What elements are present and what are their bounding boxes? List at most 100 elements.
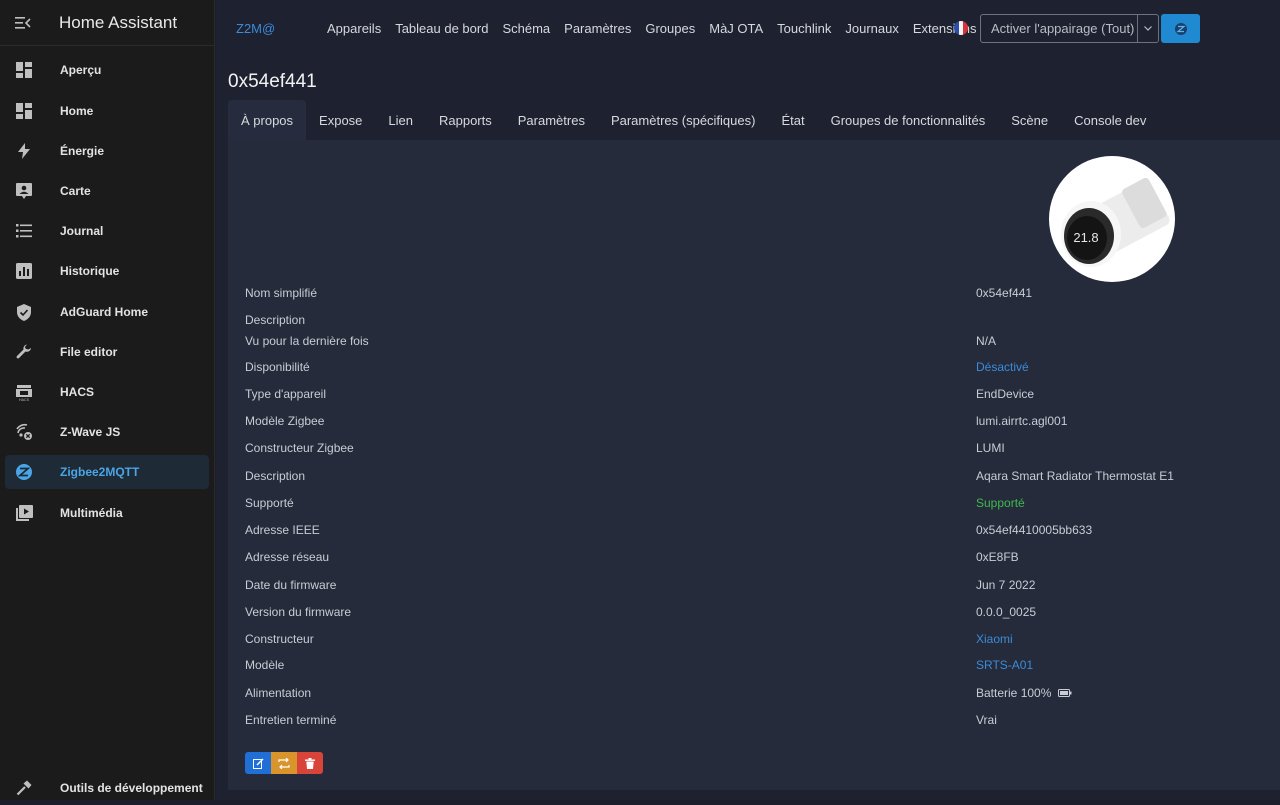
- wrench-icon: [16, 344, 31, 359]
- sidebar-item-zigbee2mqtt[interactable]: Zigbee2MQTT: [5, 455, 209, 489]
- info-row-value[interactable]: SRTS-A01: [976, 658, 1033, 672]
- info-row: Disponibilité Désactivé: [245, 360, 1275, 380]
- tab-parametres[interactable]: Paramètres: [505, 100, 598, 140]
- sidebar-item-hacs[interactable]: HACS HACS: [5, 375, 209, 409]
- edit-button[interactable]: [245, 752, 271, 774]
- nav-schema[interactable]: Schéma: [502, 21, 550, 36]
- info-row-value: LUMI: [976, 441, 1005, 455]
- info-row-value: 0xE8FB: [976, 550, 1019, 564]
- sidebar-item-zwave[interactable]: Z-Wave JS: [5, 415, 209, 449]
- delete-button[interactable]: [297, 752, 323, 774]
- zigbee-logo-icon: [1174, 22, 1187, 35]
- nav-groupes[interactable]: Groupes: [645, 21, 695, 36]
- info-row-label: Entretien terminé: [245, 713, 337, 727]
- info-row-value[interactable]: Xiaomi: [976, 632, 1013, 646]
- main-content: Z2M@ Appareils Tableau de bord Schéma Pa…: [216, 0, 1280, 800]
- info-row-value: 0x54ef4410005bb633: [976, 523, 1093, 537]
- permit-join-button[interactable]: [1161, 14, 1200, 43]
- main-nav: Appareils Tableau de bord Schéma Paramèt…: [327, 21, 990, 36]
- tab-a-propos[interactable]: À propos: [228, 100, 307, 140]
- sidebar-item-label: File editor: [60, 345, 118, 359]
- tab-groupes-fonctionnalites[interactable]: Groupes de fonctionnalités: [818, 100, 999, 140]
- sidebar-item-label: Carte: [60, 184, 91, 198]
- sidebar-item-home[interactable]: Home: [5, 94, 209, 128]
- tab-expose[interactable]: Expose: [306, 100, 375, 140]
- nav-tableau-de-bord[interactable]: Tableau de bord: [395, 21, 488, 36]
- zigbee-icon: [16, 464, 32, 480]
- nav-parametres[interactable]: Paramètres: [564, 21, 631, 36]
- info-row-label: Description: [245, 313, 306, 327]
- z2m-brand-link[interactable]: Z2M@: [236, 21, 275, 36]
- info-row-value: N/A: [976, 334, 997, 348]
- info-row-label: Version du firmware: [245, 605, 352, 619]
- device-actions: [245, 752, 323, 774]
- sidebar-item-carte[interactable]: Carte: [5, 174, 209, 208]
- sidebar-item-energie[interactable]: Énergie: [5, 134, 209, 168]
- nav-touchlink[interactable]: Touchlink: [777, 21, 831, 36]
- tab-scene[interactable]: Scène: [998, 100, 1061, 140]
- svg-text:HACS: HACS: [19, 398, 30, 401]
- info-row-label: Constructeur Zigbee: [245, 441, 354, 455]
- nav-journaux[interactable]: Journaux: [845, 21, 898, 36]
- sidebar-item-multimedia[interactable]: Multimédia: [5, 496, 209, 530]
- zwave-icon: [16, 423, 32, 440]
- info-row-value: Vrai: [976, 713, 997, 727]
- sidebar-item-file-editor[interactable]: File editor: [5, 335, 209, 369]
- sidebar-item-label: Home: [60, 104, 94, 118]
- nav-maj-ota[interactable]: MàJ OTA: [709, 21, 763, 36]
- info-row: Version du firmware 0.0.0_0025: [245, 605, 1275, 625]
- permit-join-select[interactable]: Activer l'appairage (Tout): [980, 14, 1159, 43]
- sidebar-item-label: Aperçu: [60, 63, 102, 77]
- tab-console-dev[interactable]: Console dev: [1061, 100, 1159, 140]
- info-row: Alimentation Batterie 100%: [245, 686, 1275, 706]
- trash-icon: [305, 757, 315, 769]
- menu-toggle-button[interactable]: [0, 0, 46, 46]
- info-row-value: 0.0.0_0025: [976, 605, 1037, 619]
- sidebar-item-label: Z-Wave JS: [60, 425, 121, 439]
- info-row-label: Date du firmware: [245, 578, 337, 592]
- chart-icon: [16, 263, 32, 279]
- battery-icon: [1058, 689, 1072, 697]
- shield-icon: [17, 303, 31, 321]
- reconfigure-button[interactable]: [271, 752, 297, 774]
- info-row-label: Description: [245, 469, 306, 483]
- info-row: Adresse IEEE 0x54ef4410005bb633: [245, 523, 1275, 543]
- media-icon: [15, 505, 33, 521]
- info-row-value: lumi.airrtc.agl001: [976, 414, 1068, 428]
- hammer-icon: [16, 780, 32, 796]
- permit-join-dropdown-toggle[interactable]: [1137, 15, 1158, 42]
- tab-lien[interactable]: Lien: [375, 100, 426, 140]
- info-row: Type d'appareil EndDevice: [245, 387, 1275, 407]
- sidebar: Home Assistant Aperçu Home Énergie Carte…: [0, 0, 215, 800]
- refresh-icon: [278, 757, 290, 769]
- sidebar-item-journal[interactable]: Journal: [5, 214, 209, 248]
- info-row-value: EndDevice: [976, 387, 1035, 401]
- dashboard-icon: [16, 103, 32, 119]
- top-navbar: Z2M@ Appareils Tableau de bord Schéma Pa…: [216, 0, 1280, 58]
- tab-parametres-specifiques[interactable]: Paramètres (spécifiques): [598, 100, 769, 140]
- tab-rapports[interactable]: Rapports: [426, 100, 505, 140]
- info-row: Constructeur Zigbee LUMI: [245, 441, 1275, 461]
- fr-flag-icon[interactable]: [954, 21, 968, 35]
- tab-etat[interactable]: État: [768, 100, 817, 140]
- info-row: Description Aqara Smart Radiator Thermost…: [245, 469, 1275, 489]
- info-row: Entretien terminé Vrai: [245, 713, 1275, 733]
- info-row: Date du firmware Jun 7 2022: [245, 578, 1275, 598]
- info-row: Nom simplifié 0x54ef441: [245, 286, 1275, 306]
- sidebar-item-adguard[interactable]: AdGuard Home: [5, 295, 209, 329]
- info-row-value: Aqara Smart Radiator Thermostat E1: [976, 469, 1174, 483]
- device-image: 21.8: [1049, 156, 1175, 282]
- info-row: Description: [245, 313, 1275, 333]
- permit-join-label: Activer l'appairage (Tout): [991, 21, 1135, 36]
- info-row-label: Vu pour la dernière fois: [245, 334, 369, 348]
- dashboard-icon: [16, 62, 32, 78]
- sidebar-item-apercu[interactable]: Aperçu: [5, 53, 209, 87]
- hacs-icon: HACS: [16, 384, 32, 401]
- sidebar-item-historique[interactable]: Historique: [5, 254, 209, 288]
- info-row-value[interactable]: Désactivé: [976, 360, 1029, 374]
- lightning-icon: [18, 143, 30, 159]
- nav-appareils[interactable]: Appareils: [327, 21, 381, 36]
- info-row-label: Adresse réseau: [245, 550, 330, 564]
- edit-icon: [252, 758, 263, 769]
- info-row-label: Modèle: [245, 658, 285, 672]
